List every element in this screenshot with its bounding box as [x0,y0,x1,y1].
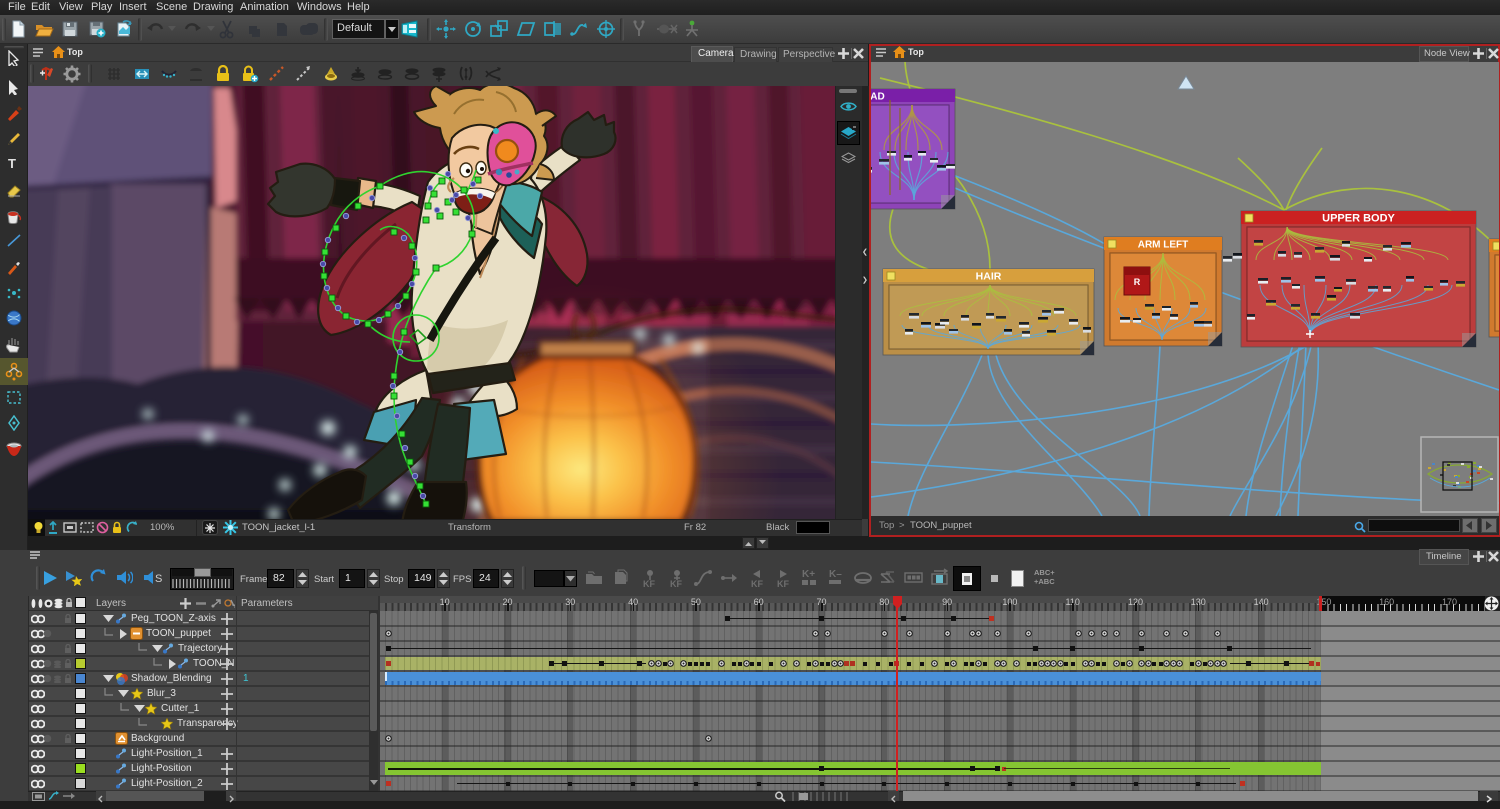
svg-text:UPPER BODY: UPPER BODY [1322,213,1395,225]
svg-text:S: S [155,573,162,585]
svg-text:KF: KF [643,579,655,588]
svg-text:ARM LEFT: ARM LEFT [1138,240,1189,251]
svg-text:R: R [1134,277,1141,287]
svg-text:K+: K+ [802,569,815,580]
svg-text:K–: K– [829,569,842,580]
svg-text:KF: KF [670,579,682,588]
svg-text:HAIR: HAIR [976,271,1002,283]
svg-text:KF: KF [751,579,763,588]
svg-text:HEAD: HEAD [871,92,885,103]
svg-text:KF: KF [777,579,789,588]
